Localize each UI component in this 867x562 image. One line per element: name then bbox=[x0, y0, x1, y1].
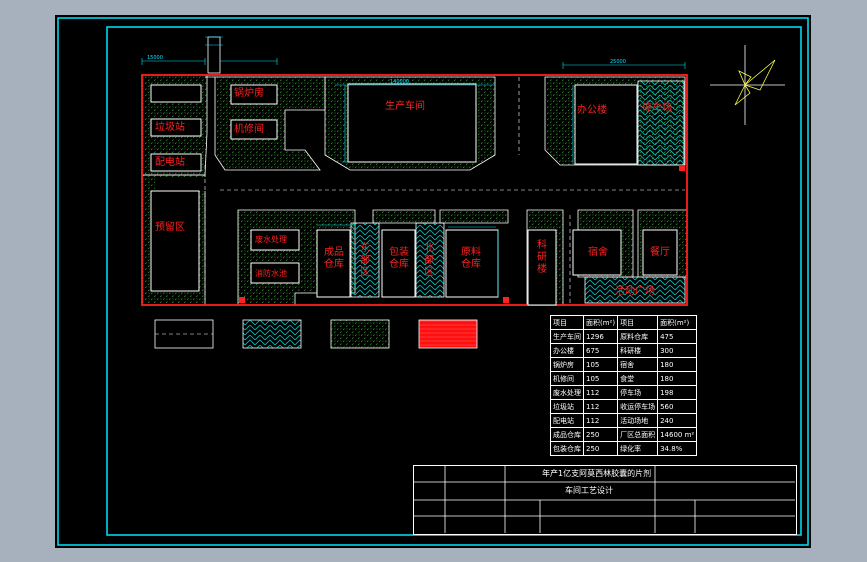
boiler-dimension: 15000 bbox=[147, 55, 163, 61]
table-cell: 配电站 bbox=[550, 413, 584, 428]
table-cell: 300 bbox=[657, 343, 698, 358]
table-row: 办公楼 675 科研楼 300 bbox=[550, 343, 698, 358]
table-cell: 14600 m² bbox=[657, 427, 698, 442]
header-cell: 项目 bbox=[617, 315, 659, 330]
header-cell: 面积(m²) bbox=[582, 315, 619, 330]
project-title: 年产1亿支阿莫西林胶囊的片剂 bbox=[542, 469, 652, 478]
table-cell: 112 bbox=[582, 413, 619, 428]
table-cell: 250 bbox=[582, 441, 619, 456]
table-cell: 34.8% bbox=[657, 441, 698, 456]
table-cell: 收运停车场 bbox=[617, 399, 659, 414]
header-cell: 面积(m²) bbox=[657, 315, 698, 330]
table-cell: 生产车间 bbox=[550, 329, 584, 344]
office-building-label: 办公楼 bbox=[577, 105, 607, 116]
area-table: 项目 面积(m²) 项目 面积(m²) 生产车间 1296 原料仓库 475 办公楼 6… bbox=[550, 315, 698, 456]
roads bbox=[155, 177, 685, 191]
table-cell: 250 bbox=[582, 427, 619, 442]
table-cell: 宿舍 bbox=[617, 357, 659, 372]
table-row: 锅炉房 105 宿舍 180 bbox=[550, 357, 698, 372]
table-cell: 675 bbox=[582, 343, 619, 358]
water-treatment-label: 废水处理 bbox=[255, 235, 287, 244]
table-cell: 绿化率 bbox=[617, 441, 659, 456]
reserve-area-label: 预留区 bbox=[155, 222, 185, 233]
table-row: 废水处理 112 停车场 198 bbox=[550, 385, 698, 400]
parking-lot-label: 停车场 bbox=[642, 103, 672, 114]
table-row: 垃圾站 112 收运停车场 560 bbox=[550, 399, 698, 414]
packaging-warehouse-label: 包装仓库 bbox=[389, 247, 409, 270]
table-cell: 105 bbox=[582, 371, 619, 386]
table-cell: 废水处理 bbox=[550, 385, 584, 400]
garbage-station-label: 垃圾站 bbox=[155, 122, 185, 133]
table-cell: 180 bbox=[657, 357, 698, 372]
legend-boundary bbox=[418, 319, 478, 349]
table-row: 生产车间 1296 原料仓库 475 bbox=[550, 329, 698, 344]
table-cell: 机修间 bbox=[550, 371, 584, 386]
table-cell: 成品仓库 bbox=[550, 427, 584, 442]
table-row: 成品仓库 250 厂区总面积 14600 m² bbox=[550, 427, 698, 442]
table-row: 包装仓库 250 绿化率 34.8% bbox=[550, 441, 698, 456]
wind-rose bbox=[710, 45, 785, 125]
power-station-label: 配电站 bbox=[155, 157, 185, 168]
area-table-header: 项目 面积(m²) 项目 面积(m²) bbox=[550, 315, 698, 330]
table-cell: 475 bbox=[657, 329, 698, 344]
production-workshop-label: 生产车间 bbox=[385, 101, 425, 112]
table-cell: 560 bbox=[657, 399, 698, 414]
product-warehouse-label: 成品仓库 bbox=[324, 247, 344, 270]
table-cell: 停车场 bbox=[617, 385, 659, 400]
table-cell: 112 bbox=[582, 399, 619, 414]
fire-pool-label: 消防水池 bbox=[255, 269, 287, 278]
legend-green bbox=[330, 319, 390, 349]
table-cell: 105 bbox=[582, 357, 619, 372]
table-cell: 112 bbox=[582, 385, 619, 400]
office-dimension: 25000 bbox=[610, 59, 626, 65]
table-cell: 活动场地 bbox=[617, 413, 659, 428]
table-cell: 240 bbox=[657, 413, 698, 428]
header-cell: 项目 bbox=[550, 315, 584, 330]
table-cell: 办公楼 bbox=[550, 343, 584, 358]
table-row: 机修间 105 食堂 180 bbox=[550, 371, 698, 386]
table-cell: 180 bbox=[657, 371, 698, 386]
canteen-label: 餐厅 bbox=[650, 247, 670, 258]
table-cell: 厂区总面积 bbox=[617, 427, 659, 442]
table-cell: 食堂 bbox=[617, 371, 659, 386]
table-cell: 包装仓库 bbox=[550, 441, 584, 456]
table-cell: 锅炉房 bbox=[550, 357, 584, 372]
table-cell: 原料仓库 bbox=[617, 329, 659, 344]
raw-warehouse-label: 原料仓库 bbox=[461, 247, 481, 270]
research-building-label: 科研楼 bbox=[537, 240, 547, 275]
activity-square-label: 活动广场 bbox=[615, 286, 655, 297]
boiler-room-label: 锅炉房 bbox=[234, 88, 264, 99]
table-cell: 垃圾站 bbox=[550, 399, 584, 414]
table-cell: 198 bbox=[657, 385, 698, 400]
legend-paved bbox=[242, 319, 302, 349]
drawing-canvas: 锅炉房 垃圾站 配电站 机修间 生产车间 办公楼 停车场 预留区 废水处理 消防… bbox=[55, 15, 811, 548]
north-area-label: 北部区 bbox=[424, 243, 434, 278]
dormitory-label: 宿舍 bbox=[588, 247, 608, 258]
workshop-dimension: 140000 bbox=[390, 79, 410, 85]
table-row: 配电站 112 活动场地 240 bbox=[550, 413, 698, 428]
machine-room-label: 机修间 bbox=[234, 124, 264, 135]
east-area-label: 东部区 bbox=[360, 243, 370, 278]
table-cell: 科研楼 bbox=[617, 343, 659, 358]
table-cell: 1296 bbox=[582, 329, 619, 344]
drawing-name: 车间工艺设计 bbox=[565, 486, 613, 495]
